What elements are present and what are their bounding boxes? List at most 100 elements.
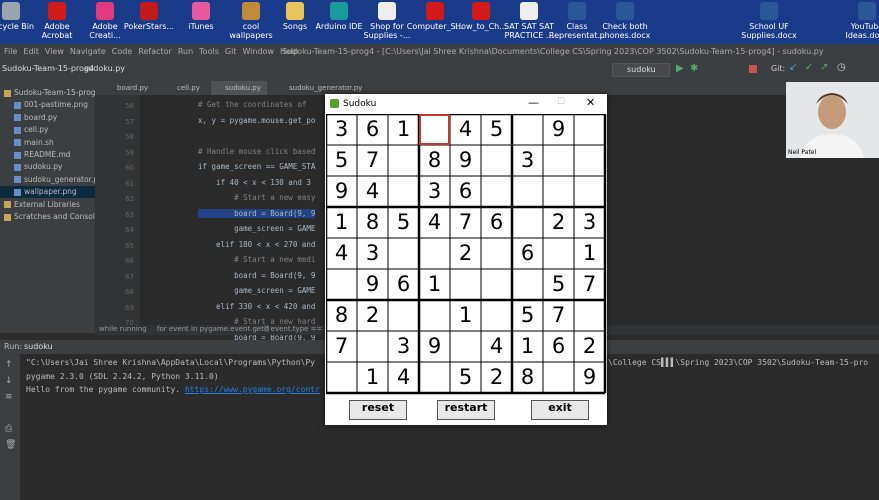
sudoku-cell[interactable]: 2: [450, 238, 481, 269]
project-tree-item[interactable]: 001-pastime.png: [0, 99, 88, 111]
menu-item[interactable]: Navigate: [70, 47, 106, 56]
menu-item[interactable]: Run: [178, 47, 193, 56]
sudoku-cell[interactable]: [481, 300, 512, 331]
trash-icon[interactable]: 🗑: [5, 440, 16, 450]
menu-item[interactable]: Edit: [23, 47, 39, 56]
sudoku-cell[interactable]: [574, 300, 605, 331]
sudoku-cell[interactable]: 9: [543, 114, 574, 145]
sudoku-cell[interactable]: 5: [543, 269, 574, 300]
reset-button[interactable]: reset: [349, 400, 407, 420]
sudoku-cell[interactable]: 1: [388, 114, 419, 145]
project-tree-item[interactable]: sudoku.py: [0, 161, 62, 173]
sudoku-cell[interactable]: 4: [388, 362, 419, 393]
sudoku-cell[interactable]: 5: [388, 207, 419, 238]
project-breadcrumb[interactable]: Sudoku-Team-15-prog4: [2, 64, 94, 73]
sudoku-cell[interactable]: 6: [512, 238, 543, 269]
sudoku-cell[interactable]: [326, 269, 357, 300]
sudoku-cell[interactable]: [512, 207, 543, 238]
minimize-button[interactable]: —: [528, 96, 539, 109]
sudoku-cell[interactable]: 4: [450, 114, 481, 145]
sudoku-cell[interactable]: [574, 145, 605, 176]
pygame-link[interactable]: https://www.pygame.org/contr: [185, 385, 320, 394]
sudoku-cell[interactable]: 2: [543, 207, 574, 238]
sudoku-cell[interactable]: 4: [326, 238, 357, 269]
sudoku-cell[interactable]: [481, 238, 512, 269]
desktop-icon[interactable]: Check both phones.docx: [596, 2, 654, 40]
sudoku-cell[interactable]: 6: [388, 269, 419, 300]
sudoku-cell[interactable]: 9: [357, 269, 388, 300]
project-tree-item[interactable]: Sudoku-Team-15-prog4: [0, 87, 100, 99]
sudoku-cell[interactable]: 6: [481, 207, 512, 238]
sudoku-cell[interactable]: 7: [326, 331, 357, 362]
desktop-icon[interactable]: PokerStars...: [120, 2, 178, 31]
sudoku-cell[interactable]: 1: [450, 300, 481, 331]
scroll-down-icon[interactable]: ↓: [5, 376, 13, 386]
sudoku-cell[interactable]: [512, 114, 543, 145]
menu-item[interactable]: Window: [242, 47, 274, 56]
sudoku-cell[interactable]: 7: [543, 300, 574, 331]
sudoku-cell[interactable]: 3: [512, 145, 543, 176]
menu-item[interactable]: Refactor: [138, 47, 172, 56]
sudoku-cell[interactable]: 3: [326, 114, 357, 145]
editor-tab[interactable]: board.py: [103, 81, 154, 95]
sudoku-cell[interactable]: [326, 362, 357, 393]
menu-item[interactable]: File: [4, 47, 17, 56]
sudoku-cell[interactable]: [388, 145, 419, 176]
sudoku-cell[interactable]: 8: [512, 362, 543, 393]
sudoku-cell[interactable]: [543, 238, 574, 269]
sudoku-cell[interactable]: 1: [574, 238, 605, 269]
breadcrumb-item[interactable]: if event.type ==: [264, 325, 322, 333]
sudoku-cell[interactable]: 5: [326, 145, 357, 176]
sudoku-cell[interactable]: 7: [357, 145, 388, 176]
sudoku-cell[interactable]: [574, 176, 605, 207]
exit-button[interactable]: exit: [531, 400, 589, 420]
menu-item[interactable]: View: [45, 47, 64, 56]
desktop-icon[interactable]: YouTube Ideas.docx: [838, 2, 879, 40]
menu-item[interactable]: Git: [225, 47, 237, 56]
sudoku-cell-selected[interactable]: [419, 114, 450, 145]
project-tree-item[interactable]: cell.py: [0, 124, 49, 136]
sudoku-cell[interactable]: [419, 300, 450, 331]
sudoku-cell[interactable]: 9: [419, 331, 450, 362]
menu-item[interactable]: Code: [112, 47, 132, 56]
sudoku-cell[interactable]: 2: [574, 331, 605, 362]
sudoku-cell[interactable]: 9: [574, 362, 605, 393]
project-tree-item[interactable]: Scratches and Consoles: [0, 211, 103, 223]
sudoku-cell[interactable]: 7: [450, 207, 481, 238]
sudoku-cell[interactable]: 8: [357, 207, 388, 238]
sudoku-cell[interactable]: [357, 331, 388, 362]
run-icon[interactable]: ▶: [676, 63, 684, 74]
sudoku-cell[interactable]: 6: [450, 176, 481, 207]
sudoku-cell[interactable]: 6: [357, 114, 388, 145]
soft-wrap-icon[interactable]: ≡: [5, 392, 13, 402]
sudoku-cell[interactable]: [543, 145, 574, 176]
sudoku-cell[interactable]: [450, 269, 481, 300]
sudoku-cell[interactable]: 4: [419, 207, 450, 238]
editor-tab[interactable]: sudoku_generator.py: [275, 81, 368, 95]
project-tree-item[interactable]: board.py: [0, 112, 57, 124]
sudoku-cell[interactable]: 4: [357, 176, 388, 207]
rerun-icon[interactable]: ↑: [5, 360, 13, 370]
sudoku-cell[interactable]: [512, 176, 543, 207]
sudoku-cell[interactable]: [512, 269, 543, 300]
close-button[interactable]: ✕: [586, 96, 595, 109]
editor-tab[interactable]: sudoku.py: [211, 81, 267, 95]
sudoku-cell[interactable]: 3: [388, 331, 419, 362]
sudoku-cell[interactable]: [481, 145, 512, 176]
sudoku-cell[interactable]: 5: [512, 300, 543, 331]
sudoku-cell[interactable]: 8: [326, 300, 357, 331]
sudoku-cell[interactable]: [388, 300, 419, 331]
file-breadcrumb[interactable]: sudoku.py: [84, 64, 125, 73]
project-tree-item[interactable]: wallpaper.png: [0, 186, 95, 199]
sudoku-cell[interactable]: 7: [574, 269, 605, 300]
print-icon[interactable]: ⎙: [5, 424, 12, 434]
project-tree-item[interactable]: External Libraries: [0, 199, 80, 211]
sudoku-cell[interactable]: 9: [450, 145, 481, 176]
sudoku-cell[interactable]: 1: [326, 207, 357, 238]
sudoku-cell[interactable]: 9: [326, 176, 357, 207]
sudoku-cell[interactable]: 1: [419, 269, 450, 300]
sudoku-cell[interactable]: [543, 362, 574, 393]
sudoku-cell[interactable]: [481, 176, 512, 207]
git-update-icon[interactable]: ↙: [789, 62, 797, 73]
sudoku-cell[interactable]: [574, 114, 605, 145]
